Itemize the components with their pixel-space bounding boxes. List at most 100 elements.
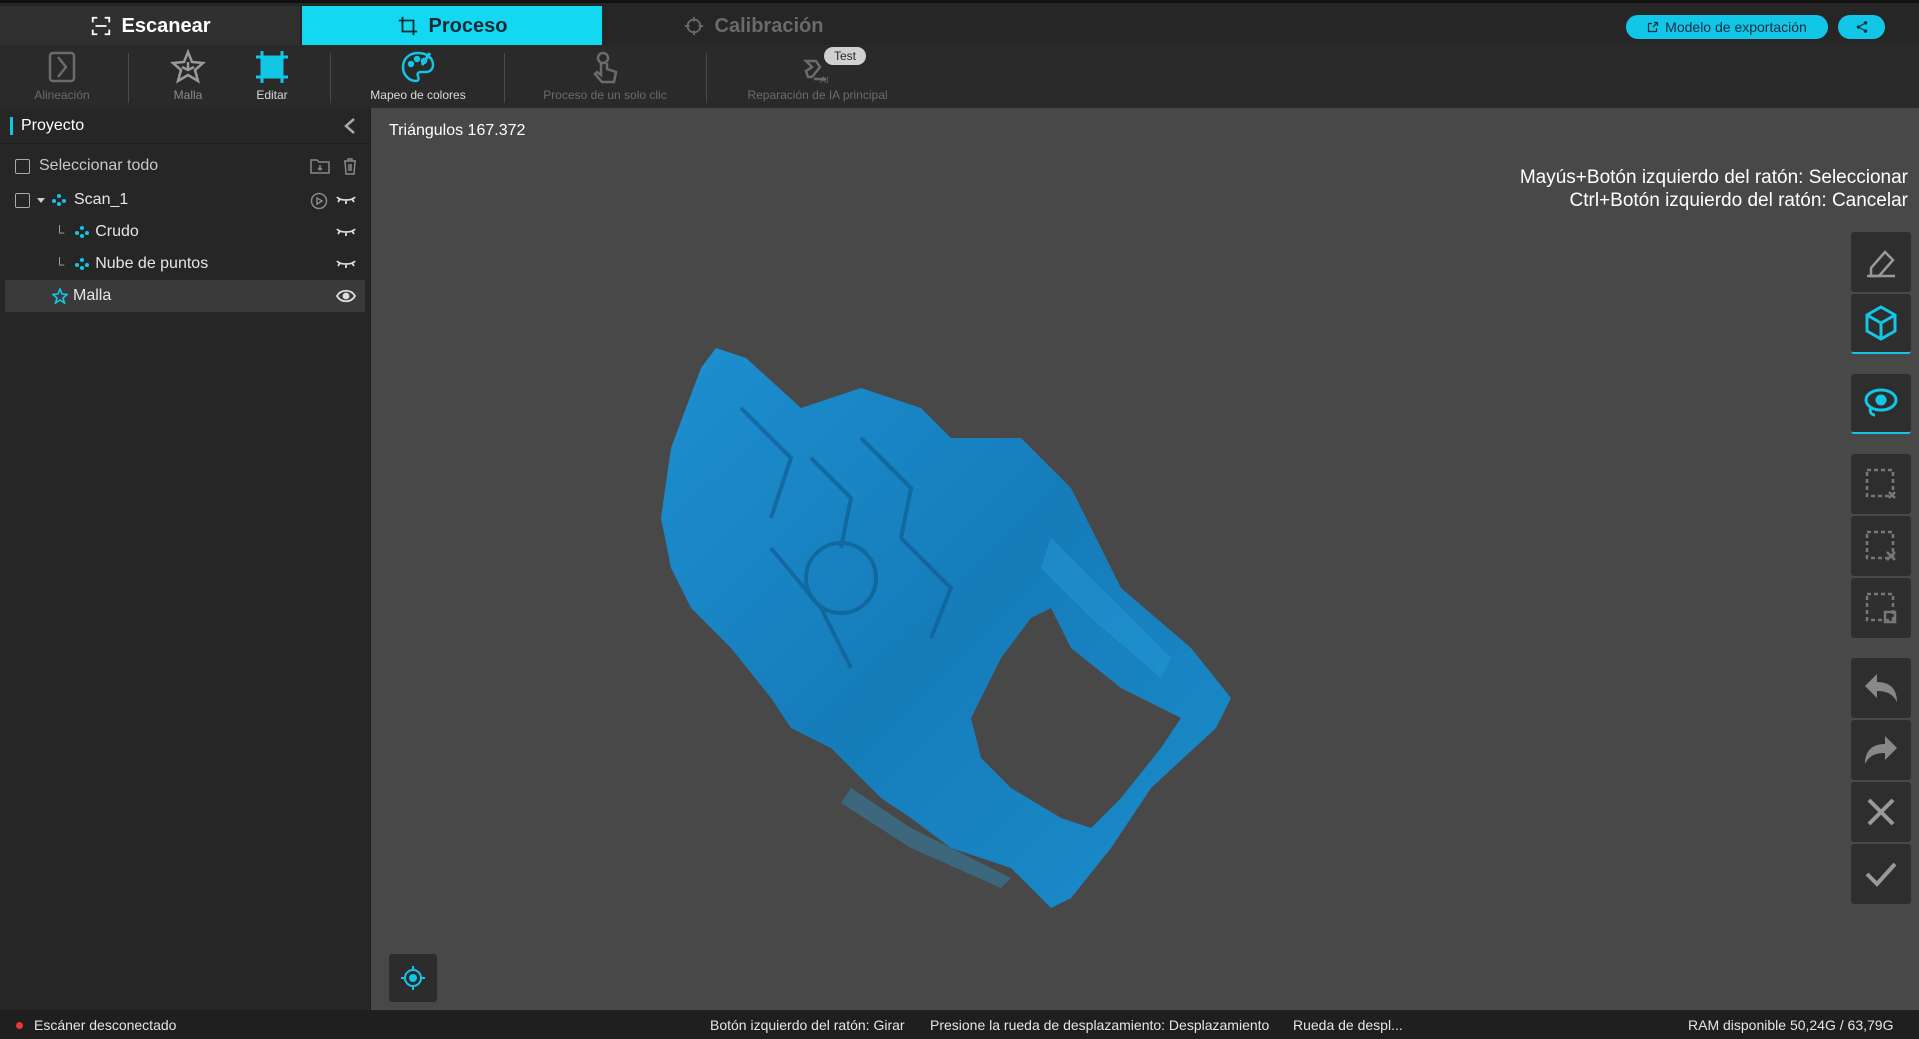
lasso-select-button[interactable] <box>1851 374 1911 434</box>
alignment-label: Alineación <box>34 88 90 102</box>
3d-viewport[interactable]: Triángulos 167.372 Mayús+Botón izquierdo… <box>371 108 1919 1010</box>
scan-checkbox[interactable] <box>15 192 30 208</box>
hint-zoom: Rueda de despl... <box>1293 1017 1403 1033</box>
scan-label: Scan_1 <box>74 191 129 208</box>
share-button[interactable] <box>1838 15 1885 39</box>
play-icon[interactable] <box>310 192 328 210</box>
ribbon-divider <box>128 53 129 103</box>
triangle-count: Triángulos 167.372 <box>389 122 526 139</box>
alignment-icon <box>48 51 76 83</box>
ai-repair-tool[interactable]: AI Reparación de IA principal <box>730 48 905 106</box>
ribbon-divider <box>504 53 505 103</box>
tree-item-scan[interactable]: Scan_1 <box>0 184 370 216</box>
ribbon-divider <box>330 53 331 103</box>
redo-button[interactable] <box>1851 720 1911 780</box>
scanner-status: Escáner desconectado <box>34 1017 177 1033</box>
eye-open-icon[interactable] <box>336 289 356 303</box>
one-click-process-label: Proceso de un solo clic <box>543 88 667 102</box>
check-icon <box>1865 862 1897 887</box>
app-window: Escanear Proceso Calibración Modelo de e… <box>0 0 1919 1039</box>
expand-caret-icon[interactable] <box>36 195 46 205</box>
close-icon <box>1867 798 1895 826</box>
tab-calibration-label: Calibración <box>714 14 824 37</box>
eraser-tool-button[interactable] <box>1851 232 1911 292</box>
lasso-icon <box>1864 388 1898 417</box>
scan-frame-icon <box>91 16 110 36</box>
crosshair-icon <box>684 16 703 36</box>
point-cloud-label: Nube de puntos <box>95 255 209 272</box>
tree-item-mesh[interactable]: Malla <box>5 280 365 312</box>
tab-process[interactable]: Proceso <box>302 6 602 46</box>
ribbon-divider <box>706 53 707 103</box>
export-model-button[interactable]: Modelo de exportación <box>1626 15 1828 39</box>
eraser-icon <box>1867 250 1895 278</box>
header-accent <box>10 116 13 135</box>
select-all-checkbox[interactable] <box>15 158 30 174</box>
hint-cancel: Ctrl+Botón izquierdo del ratón: Cancelar <box>1569 190 1909 211</box>
delete-selection-icon <box>1865 592 1897 624</box>
tab-calibration[interactable]: Calibración <box>603 6 903 46</box>
mesh-label: Malla <box>73 287 112 304</box>
tool-ribbon: Alineación Malla Editar Mapeo de colores… <box>0 45 1919 108</box>
export-icon <box>1648 21 1659 33</box>
test-badge: Test <box>824 47 866 65</box>
edit-frame-icon <box>256 51 288 83</box>
scanned-mesh-model[interactable] <box>651 288 1251 908</box>
point-cloud-icon <box>52 194 66 206</box>
delete-selection-button[interactable] <box>1851 578 1911 638</box>
cube-select-button[interactable] <box>1851 294 1911 354</box>
edit-tool[interactable]: Editar <box>232 48 312 106</box>
svg-text:AI: AI <box>820 75 829 85</box>
project-title: Proyecto <box>21 116 85 134</box>
point-cloud-icon <box>75 258 90 270</box>
mesh-label: Malla <box>173 88 203 102</box>
edit-label: Editar <box>256 88 288 102</box>
hint-pan: Presione la rueda de desplazamiento: Des… <box>930 1017 1270 1033</box>
select-all-row[interactable]: Seleccionar todo <box>0 150 370 182</box>
point-cloud-icon <box>75 226 90 238</box>
palette-icon <box>401 51 435 83</box>
eye-closed-icon[interactable] <box>336 225 356 239</box>
collapse-panel-icon[interactable] <box>342 117 358 135</box>
alignment-tool[interactable]: Alineación <box>22 48 102 106</box>
clear-selection-button[interactable] <box>1851 516 1911 576</box>
scanner-status-dot <box>16 1022 23 1029</box>
tab-scan[interactable]: Escanear <box>0 6 300 46</box>
color-mapping-tool[interactable]: Mapeo de colores <box>358 48 478 106</box>
hint-select: Mayús+Botón izquierdo del ratón: Selecci… <box>1519 167 1908 188</box>
invert-selection-button[interactable] <box>1851 454 1911 514</box>
touch-icon <box>593 51 618 84</box>
one-click-process-tool[interactable]: Proceso de un solo clic <box>530 48 680 106</box>
raw-label: Crudo <box>95 223 139 240</box>
invert-selection-icon <box>1865 468 1896 499</box>
tree-branch-icon: └ <box>55 256 65 272</box>
eye-closed-icon[interactable] <box>336 193 356 207</box>
tree-item-raw[interactable]: └ Crudo <box>0 216 370 248</box>
tab-process-label: Proceso <box>428 14 508 37</box>
status-bar: Escáner desconectado Botón izquierdo del… <box>0 1010 1919 1039</box>
mesh-tool[interactable]: Malla <box>148 48 228 106</box>
folder-download-icon[interactable] <box>310 158 330 174</box>
trash-icon[interactable] <box>342 157 358 175</box>
redo-icon <box>1865 736 1897 764</box>
undo-icon <box>1865 674 1897 702</box>
crop-icon <box>398 16 417 36</box>
tree-item-point-cloud[interactable]: └ Nube de puntos <box>0 248 370 280</box>
cancel-edit-button[interactable] <box>1851 782 1911 842</box>
hint-rotate: Botón izquierdo del ratón: Girar <box>710 1017 905 1033</box>
top-tab-bar: Escanear Proceso Calibración Modelo de e… <box>0 0 1919 46</box>
mesh-star-icon <box>52 288 68 304</box>
reset-view-button[interactable] <box>389 954 437 1002</box>
select-all-label: Seleccionar todo <box>39 157 159 174</box>
eye-closed-icon[interactable] <box>336 257 356 271</box>
mesh-star-icon <box>170 49 206 84</box>
undo-button[interactable] <box>1851 658 1911 718</box>
tab-scan-label: Escanear <box>121 14 211 37</box>
apply-edit-button[interactable] <box>1851 844 1911 904</box>
share-icon <box>1856 21 1867 33</box>
project-panel-header: Proyecto <box>0 108 370 144</box>
target-icon <box>401 966 425 990</box>
ai-repair-label: Reparación de IA principal <box>747 88 888 102</box>
color-mapping-label: Mapeo de colores <box>370 88 466 102</box>
ram-status: RAM disponible 50,24G / 63,79G <box>1688 1017 1894 1033</box>
